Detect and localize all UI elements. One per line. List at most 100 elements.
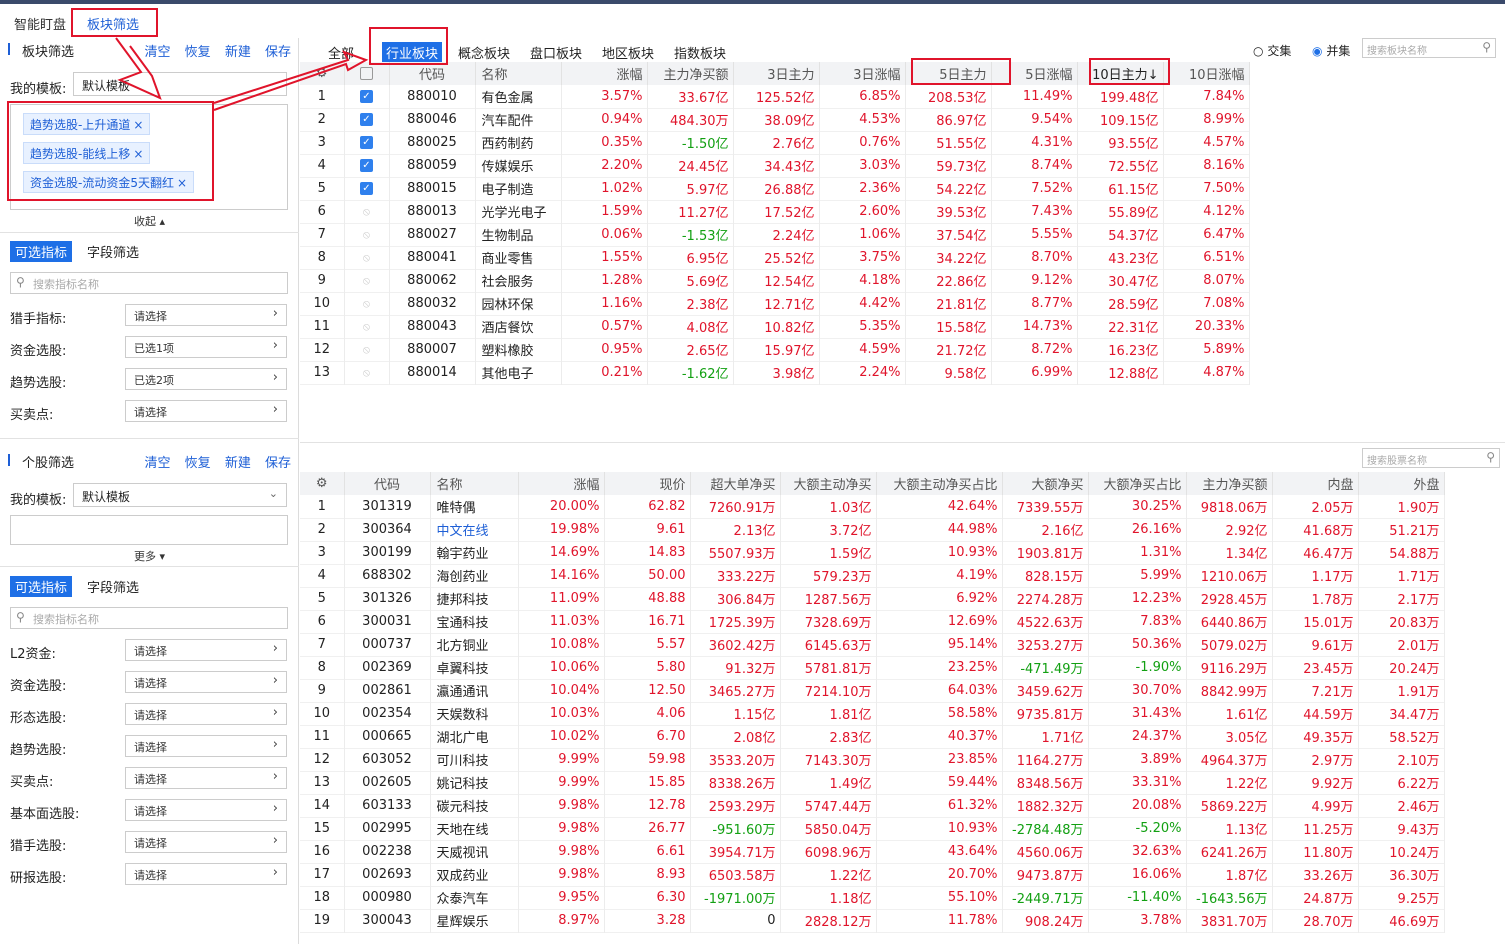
cell-name[interactable]: 园林环保	[475, 292, 562, 315]
cell-name[interactable]: 姚记科技	[430, 771, 519, 794]
row-checkbox[interactable]: ⦸	[344, 223, 390, 246]
collapse-toggle[interactable]: 收起 ▴	[0, 213, 299, 229]
cell-name[interactable]: 星辉娱乐	[430, 909, 519, 932]
cell-name[interactable]: 天地在线	[430, 817, 519, 840]
table-row[interactable]: 3 300199 翰宇药业 14.69% 14.83 5507.93万 1.59亿 10.93…	[300, 541, 1445, 564]
tab-field-filter[interactable]: 字段筛选	[82, 241, 144, 262]
cell-name[interactable]: 天威视讯	[430, 840, 519, 863]
indicator-search-input[interactable]: ⚲ 搜索指标名称	[10, 607, 288, 629]
table-row[interactable]: 1 ✓ 880010 有色金属 3.57% 33.67亿 125.52亿 6.85% 208.5…	[300, 85, 1250, 108]
cell-name[interactable]: 翰宇药业	[430, 541, 519, 564]
col-name[interactable]: 名称	[430, 472, 519, 495]
col-main-net[interactable]: 主力净买额	[1186, 472, 1273, 495]
table-row[interactable]: 16 002238 天威视讯 9.98% 6.61 3954.71万 6098.96万 43.…	[300, 840, 1445, 863]
row-checkbox[interactable]: ⦸	[344, 269, 390, 292]
table-row[interactable]: 5 ✓ 880015 电子制造 1.02% 5.97亿 26.88亿 2.36% 54.22亿 7…	[300, 177, 1250, 200]
filter-select[interactable]: 已选1项 ›	[125, 336, 287, 358]
table-row[interactable]: 11 ⦸ 880043 酒店餐饮 0.57% 4.08亿 10.82亿 5.35% 15.58亿…	[300, 315, 1250, 338]
restore-button[interactable]: 恢复	[185, 45, 211, 60]
table-row[interactable]: 8 002369 卓翼科技 10.06% 5.80 91.32万 5781.81万 23.25…	[300, 656, 1445, 679]
row-checkbox[interactable]: ⦸	[344, 361, 390, 384]
cell-name[interactable]: 瀛通通讯	[430, 679, 519, 702]
table-row[interactable]: 13 ⦸ 880014 其他电子 0.21% -1.62亿 3.98亿 2.24% 9.58亿 6…	[300, 361, 1250, 384]
radio-intersection[interactable]: ○ 交集	[1253, 42, 1291, 59]
cell-name[interactable]: 塑料橡胶	[475, 338, 562, 361]
tab-optional-indicators[interactable]: 可选指标	[10, 241, 73, 262]
row-checkbox[interactable]: ⦸	[344, 246, 390, 269]
indicator-search-input[interactable]: ⚲ 搜索指标名称	[10, 272, 288, 294]
table-row[interactable]: 11 000665 湖北广电 10.02% 6.70 2.08亿 2.83亿 40.37% 1.…	[300, 725, 1445, 748]
table-row[interactable]: 12 603052 可川科技 9.99% 59.98 3533.20万 7143.30万 23…	[300, 748, 1445, 771]
filter-select[interactable]: 请选择 ›	[125, 639, 287, 661]
filter-select[interactable]: 请选择 ›	[125, 671, 287, 693]
cell-name[interactable]: 传媒娱乐	[475, 154, 562, 177]
col-10d-change[interactable]: 10日涨幅	[1163, 62, 1250, 85]
cell-name[interactable]: 北方铜业	[430, 633, 519, 656]
tab-optional-indicators[interactable]: 可选指标	[10, 576, 73, 597]
col-10d-main[interactable]: 10日主力↓	[1077, 62, 1164, 85]
col-outer[interactable]: 外盘	[1358, 472, 1445, 495]
new-button[interactable]: 新建	[225, 45, 251, 60]
table-row[interactable]: 17 002693 双成药业 9.98% 8.93 6503.58万 1.22亿 20.70%…	[300, 863, 1445, 886]
table-row[interactable]: 1 301319 唯特偶 20.00% 62.82 7260.91万 1.03亿 42.64%…	[300, 495, 1445, 518]
cell-name[interactable]: 湖北广电	[430, 725, 519, 748]
cell-name[interactable]: 生物制品	[475, 223, 562, 246]
filter-select[interactable]: 已选2项 ›	[125, 368, 287, 390]
stock-search-input[interactable]: 搜索股票名称 ⚲	[1362, 448, 1500, 468]
row-checkbox[interactable]: ✓	[344, 177, 390, 200]
cell-name[interactable]: 天娱数科	[430, 702, 519, 725]
filter-select[interactable]: 请选择 ›	[125, 703, 287, 725]
col-big-ratio[interactable]: 大额净买占比	[1088, 472, 1187, 495]
tab-region[interactable]: 地区板块	[598, 42, 658, 63]
table-row[interactable]: 10 002354 天娱数科 10.03% 4.06 1.15亿 1.81亿 58.58% 97…	[300, 702, 1445, 725]
tab-smart-watch[interactable]: 智能盯盘	[14, 14, 66, 33]
table-row[interactable]: 7 000737 北方铜业 10.08% 5.57 3602.42万 6145.63万 95.…	[300, 633, 1445, 656]
settings-icon[interactable]: ⚙	[300, 472, 345, 495]
col-change[interactable]: 涨幅	[561, 62, 648, 85]
restore-button[interactable]: 恢复	[185, 456, 211, 471]
col-xl-net[interactable]: 超大单净买	[690, 472, 781, 495]
save-button[interactable]: 保存	[265, 45, 291, 60]
tab-market[interactable]: 盘口板块	[526, 42, 586, 63]
filter-select[interactable]: 请选择 ›	[125, 735, 287, 757]
cell-name[interactable]: 可川科技	[430, 748, 519, 771]
row-checkbox[interactable]: ⦸	[344, 338, 390, 361]
settings-icon[interactable]: ⚙	[300, 62, 345, 85]
table-row[interactable]: 2 300364 中文在线 19.98% 9.61 2.13亿 3.72亿 44.98% 2.1…	[300, 518, 1445, 541]
cell-name[interactable]: 西药制药	[475, 131, 562, 154]
col-5d-change[interactable]: 5日涨幅	[991, 62, 1078, 85]
filter-select[interactable]: 请选择 ›	[125, 400, 287, 422]
template-select[interactable]: 默认模板	[73, 72, 287, 96]
cell-name[interactable]: 海创药业	[430, 564, 519, 587]
close-icon[interactable]: ×	[133, 118, 143, 132]
table-row[interactable]: 15 002995 天地在线 9.98% 26.77 -951.60万 5850.04万 10…	[300, 817, 1445, 840]
tag-chip[interactable]: 趋势选股-能线上移 ×	[23, 142, 151, 164]
table-row[interactable]: 3 ✓ 880025 西药制药 0.35% -1.50亿 2.76亿 0.76% 51.55亿 4…	[300, 131, 1250, 154]
table-row[interactable]: 5 301326 捷邦科技 11.09% 48.88 306.84万 1287.56万 6.9…	[300, 587, 1445, 610]
cell-name[interactable]: 宝通科技	[430, 610, 519, 633]
cell-name[interactable]: 电子制造	[475, 177, 562, 200]
table-row[interactable]: 9 ⦸ 880062 社会服务 1.28% 5.69亿 12.54亿 4.18% 22.86亿 9…	[300, 269, 1250, 292]
col-active-ratio[interactable]: 大额主动净买占比	[876, 472, 1003, 495]
radio-union[interactable]: ◉ 并集	[1312, 42, 1350, 59]
table-row[interactable]: 8 ⦸ 880041 商业零售 1.55% 6.95亿 25.52亿 3.75% 34.22亿 8…	[300, 246, 1250, 269]
col-3d-change[interactable]: 3日涨幅	[819, 62, 906, 85]
table-row[interactable]: 19 300043 星辉娱乐 8.97% 3.28 0 2828.12万 11.78% 908.…	[300, 909, 1445, 932]
table-row[interactable]: 4 ✓ 880059 传媒娱乐 2.20% 24.45亿 34.43亿 3.03% 59.73亿…	[300, 154, 1250, 177]
filter-select[interactable]: 请选择 ›	[125, 767, 287, 789]
tab-field-filter[interactable]: 字段筛选	[82, 576, 144, 597]
col-5d-main[interactable]: 5日主力	[905, 62, 992, 85]
row-checkbox[interactable]: ✓	[344, 108, 390, 131]
cell-name[interactable]: 中文在线	[430, 518, 519, 541]
col-name[interactable]: 名称	[475, 62, 562, 85]
table-row[interactable]: 14 603133 碳元科技 9.98% 12.78 2593.29万 5747.44万 61…	[300, 794, 1445, 817]
col-inner[interactable]: 内盘	[1272, 472, 1359, 495]
tab-sector-filter[interactable]: 板块筛选	[87, 14, 140, 37]
cell-name[interactable]: 商业零售	[475, 246, 562, 269]
col-code[interactable]: 代码	[344, 472, 431, 495]
cell-name[interactable]: 众泰汽车	[430, 886, 519, 909]
cell-name[interactable]: 有色金属	[475, 85, 562, 108]
tab-all[interactable]: 全部	[324, 42, 358, 63]
col-change[interactable]: 涨幅	[518, 472, 605, 495]
table-row[interactable]: 6 ⦸ 880013 光学光电子 1.59% 11.27亿 17.52亿 2.60% 39.53…	[300, 200, 1250, 223]
